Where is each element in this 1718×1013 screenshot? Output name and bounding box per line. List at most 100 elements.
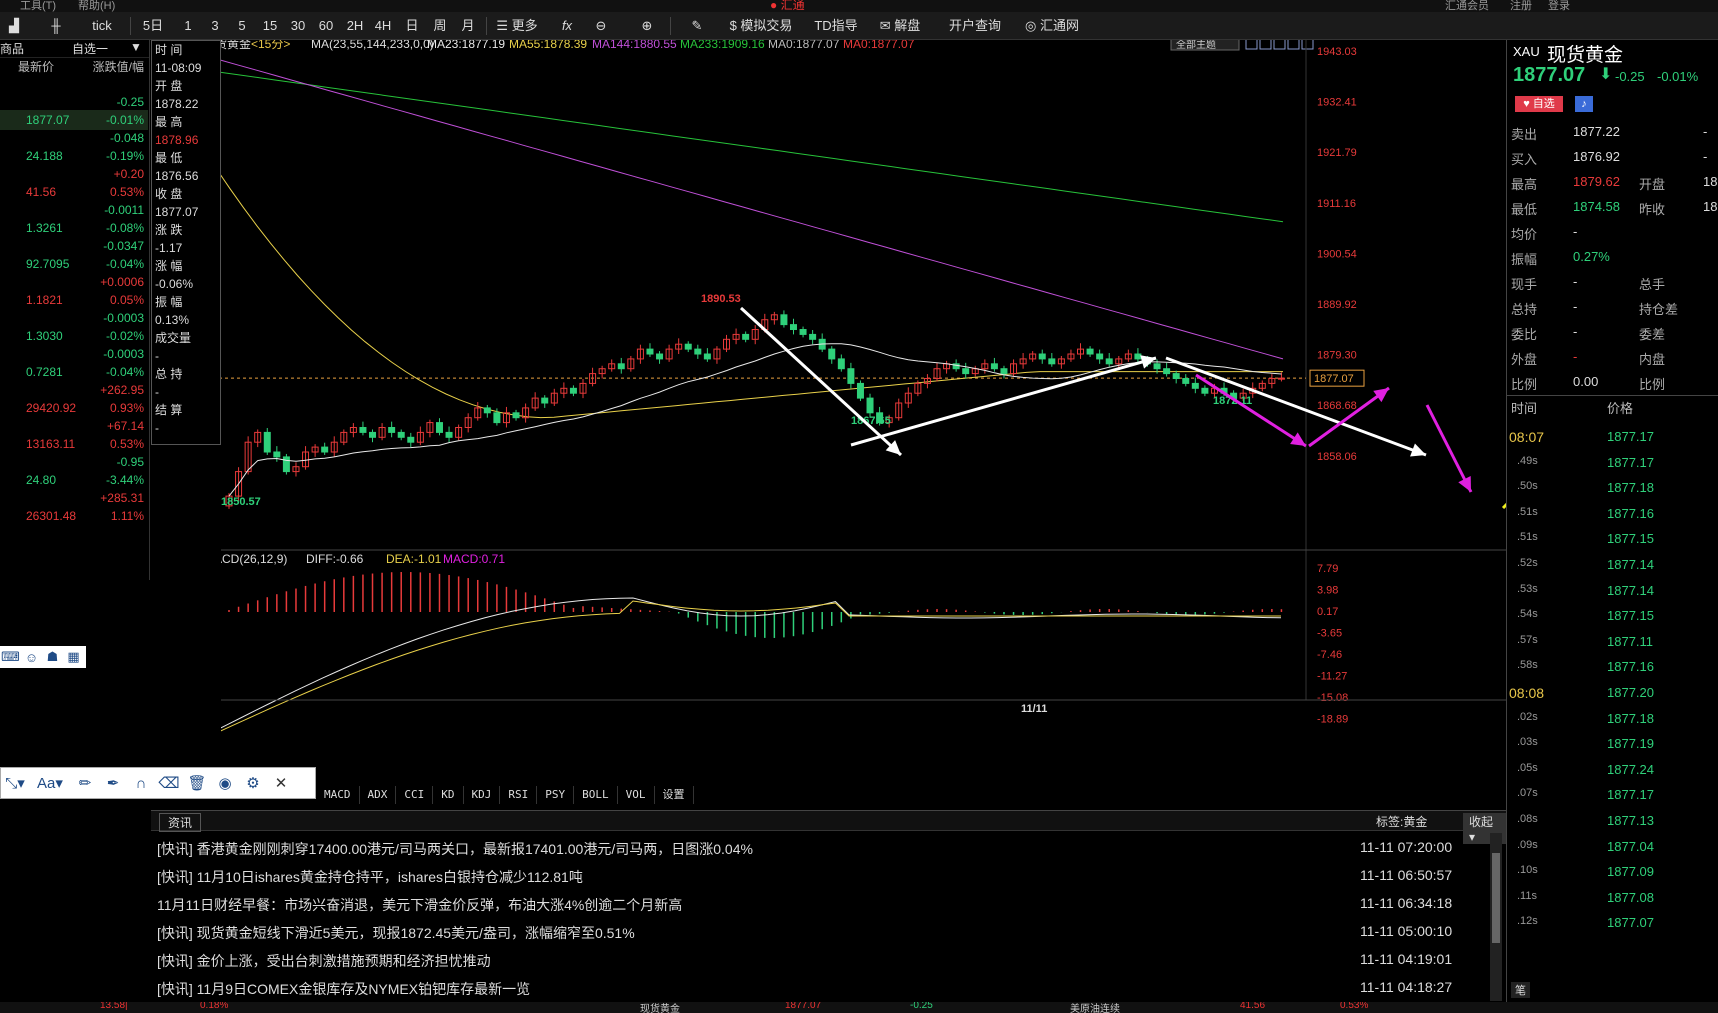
indicator-tab[interactable]: KDJ [464,786,501,804]
drawn-arrow[interactable] [1425,404,1473,493]
indicator-tab[interactable]: BOLL [574,786,618,804]
close-icon[interactable]: ✕ [267,774,295,792]
pen-icon[interactable]: ✎ [686,16,708,36]
watchlist-row[interactable]: 1.3030 -0.02% [0,326,148,346]
text-tool-icon[interactable]: Aa▾ [29,774,71,792]
watchlist-row-change[interactable]: +0.0006 [0,272,148,292]
indicator-tab[interactable]: RSI [500,786,538,804]
period-3m[interactable]: 3 [205,16,225,36]
period-week[interactable]: 周 [428,16,452,36]
watchlist-row[interactable]: 1.1821 0.05% [0,290,148,310]
layout-icon[interactable] [1245,40,1258,50]
menu-help[interactable]: 帮助(H) [78,0,115,12]
period-day[interactable]: 日 [400,16,424,36]
period-1m[interactable]: 1 [178,16,198,36]
theme-dropdown[interactable]: 全部主题 [1170,40,1240,51]
period-5day[interactable]: 5日 [134,16,172,36]
news-item[interactable]: [快讯] 香港黄金刚刚刺穿17400.00港元/司马两关口，最新报17401.0… [157,833,1487,861]
login-link[interactable]: 登录 [1548,0,1570,12]
eraser-icon[interactable]: ⌫ [155,774,183,792]
watchlist-row-change[interactable]: +285.31 [0,488,148,508]
layout-icon[interactable] [1287,40,1300,50]
watchlist-row-change[interactable]: -0.0003 [0,344,148,364]
trash-icon[interactable]: 🗑 [183,774,211,792]
period-15m[interactable]: 15 [258,16,282,36]
layout-icon[interactable] [1301,40,1314,50]
news-item[interactable]: [快讯] 现货黄金短线下滑近5美元，现报1872.45美元/盎司，涨幅缩窄至0.… [157,917,1487,945]
indicator-tab[interactable]: CCI [396,786,434,804]
member-link[interactable]: 汇通会员 [1445,0,1489,12]
magnet-icon[interactable]: ∩ [127,775,155,792]
brush-icon[interactable]: ✒ [99,774,127,792]
td-guide-button[interactable]: TD指导 [808,16,864,36]
period-month[interactable]: 月 [456,16,480,36]
watchlist-row[interactable]: 24.188 -0.19% [0,146,148,166]
tab-news[interactable]: 资讯 [159,813,202,832]
shirt-icon[interactable]: ☗ [42,649,63,665]
period-2h[interactable]: 2H [342,16,368,36]
watchlist-row-change[interactable]: -0.0011 [0,200,148,220]
register-link[interactable]: 注册 [1510,0,1532,12]
zoom-in-icon[interactable]: ⊕ [636,16,658,36]
price-chart[interactable]: 现货黄金<15分> MA(23,55,144,233,0,0)MA23:1877.… [221,40,1506,802]
caret-down-icon[interactable]: ▼ [130,40,148,57]
news-scrollbar[interactable] [1490,833,1502,1001]
watchlist-row-change[interactable]: +262.95 [0,380,148,400]
users-icon[interactable]: ☺ [21,650,42,665]
watchlist-row-change[interactable]: +67.14 [0,416,148,436]
layout-icon[interactable] [1259,40,1272,50]
indicator-tab[interactable]: VOL [618,786,655,804]
period-60m[interactable]: 60 [314,16,338,36]
watchlist-row[interactable]: 26301.48 1.11% [0,506,148,526]
watchlist-row-change[interactable]: -0.0003 [0,308,148,328]
news-title[interactable]: [快讯] 11月9日COMEX金银库存及NYMEX铂钯库存最新一览 [157,979,530,999]
watchlist-row[interactable]: 1877.07 -0.01% [0,110,148,130]
period-tick[interactable]: tick [86,16,118,36]
news-item[interactable]: 11月11日财经早餐：市场兴奋消退，美元下滑金价反弹，布油大涨4%创逾二个月新高… [157,889,1487,917]
keyboard-icon[interactable]: ⌨ [0,649,21,665]
watchlist-row-change[interactable]: -0.25 [0,92,148,112]
gear-icon[interactable]: ⚙ [239,774,267,792]
news-tag[interactable]: 标签:黄金 [1376,813,1427,830]
col-change[interactable]: 涨跌值/幅 [72,58,148,78]
watchlist-row[interactable]: 24.80 -3.44% [0,470,148,490]
candlestick-icon[interactable]: ▟ [4,16,24,36]
watchlist-row-change[interactable]: -0.048 [0,128,148,148]
news-title[interactable]: [快讯] 11月10日ishares黄金持仓持平，ishares白银持仓减少11… [157,867,583,887]
tab-watchlist-1[interactable]: 自选一 [50,40,130,57]
bar-chart-icon[interactable]: ╫ [44,16,68,36]
period-4h[interactable]: 4H [370,16,396,36]
tab-commodities[interactable]: 商品 [0,40,50,57]
open-account-button[interactable]: 开户查询 [940,16,1010,36]
mock-trade-button[interactable]: $ 模拟交易 [722,16,800,36]
news-title[interactable]: [快讯] 金价上涨，受出台刺激措施预期和经济担忧推动 [157,951,491,971]
period-30m[interactable]: 30 [286,16,310,36]
watchlist-row[interactable]: 29420.92 0.93% [0,398,148,418]
drawn-arrow[interactable] [1195,373,1307,448]
grid-icon[interactable]: ▦ [63,649,84,665]
watchlist-row[interactable]: 92.7095 -0.04% [0,254,148,274]
watchlist-row-change[interactable]: +0.20 [0,164,148,184]
bell-icon[interactable]: ♪ [1575,96,1593,112]
indicator-tab[interactable]: MACD [316,786,360,804]
formula-button[interactable]: fx [556,16,578,36]
add-favorite-button[interactable]: ♥ 自选 [1515,96,1563,112]
layout-icon[interactable] [1273,40,1286,50]
pencil-icon[interactable]: ✏ [71,774,99,792]
watchlist-row-change[interactable]: -0.0347 [0,236,148,256]
eye-icon[interactable]: ◉ [211,774,239,792]
watchlist-row-change[interactable]: -0.95 [0,452,148,472]
indicator-tab[interactable]: KD [433,786,464,804]
menu-tools[interactable]: 工具(T) [20,0,56,12]
indicator-tab[interactable]: 设置 [655,786,694,804]
news-title[interactable]: 11月11日财经早餐：市场兴奋消退，美元下滑金价反弹，布油大涨4%创逾二个月新高 [157,895,682,915]
scroll-thumb[interactable] [1492,853,1500,943]
unlock-button[interactable]: ✉ 解盘 [872,16,928,36]
news-item[interactable]: [快讯] 金价上涨，受出台刺激措施预期和经济担忧推动 11-11 04:19:01 [157,945,1487,973]
zoom-out-icon[interactable]: ⊖ [590,16,612,36]
indicator-tab[interactable]: ADX [360,786,397,804]
tab-ticks[interactable]: 笔 [1511,982,1530,998]
period-5m[interactable]: 5 [232,16,252,36]
watchlist-row[interactable]: 41.56 0.53% [0,182,148,202]
col-latest-price[interactable]: 最新价 [0,58,72,78]
